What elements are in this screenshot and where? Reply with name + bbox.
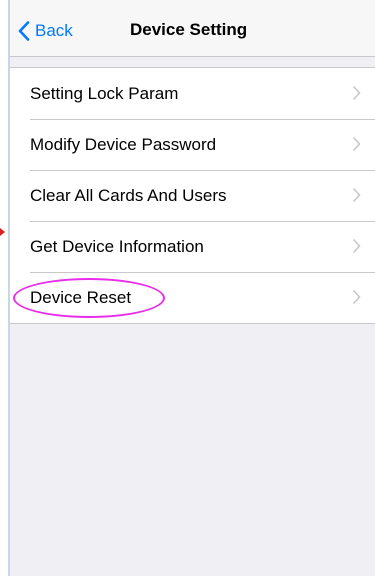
menu-item-label: Modify Device Password xyxy=(30,134,217,154)
menu-item-label: Clear All Cards And Users xyxy=(30,185,227,205)
settings-list: Setting Lock Param Modify Device Passwor… xyxy=(10,67,375,324)
annotation-arrow-marker xyxy=(0,228,5,236)
chevron-left-icon xyxy=(18,21,30,41)
chevron-right-icon xyxy=(352,238,361,254)
chevron-right-icon xyxy=(352,85,361,101)
menu-item-label: Setting Lock Param xyxy=(30,83,179,103)
chevron-right-icon xyxy=(352,136,361,152)
menu-item-modify-device-password[interactable]: Modify Device Password xyxy=(10,119,375,170)
chevron-right-icon xyxy=(352,187,361,203)
menu-item-label: Get Device Information xyxy=(30,236,204,256)
menu-item-get-device-information[interactable]: Get Device Information xyxy=(10,221,375,272)
back-label: Back xyxy=(35,21,73,40)
menu-item-clear-all-cards-and-users[interactable]: Clear All Cards And Users xyxy=(10,170,375,221)
back-button[interactable]: Back xyxy=(18,18,73,44)
menu-item-device-reset[interactable]: Device Reset xyxy=(10,272,375,323)
chevron-right-icon xyxy=(352,289,361,305)
app-view: Back Device Setting Setting Lock Param M… xyxy=(10,0,375,576)
menu-item-label: Device Reset xyxy=(30,287,132,307)
navigation-bar: Back Device Setting xyxy=(10,0,375,57)
device-setting-screen: Back Device Setting Setting Lock Param M… xyxy=(0,0,375,576)
menu-item-setting-lock-param[interactable]: Setting Lock Param xyxy=(10,68,375,119)
page-title: Device Setting xyxy=(130,20,248,39)
